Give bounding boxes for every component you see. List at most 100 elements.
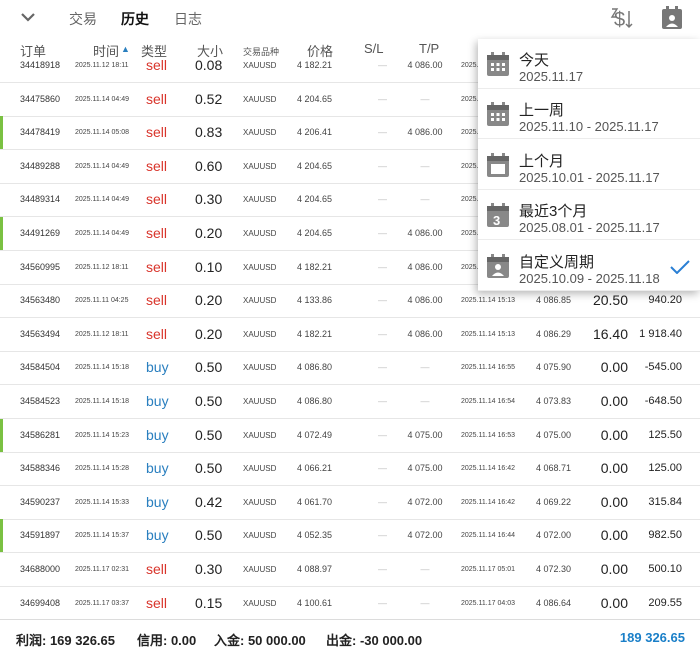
tp-cell: 4 086.00: [407, 127, 443, 138]
volume-cell: 0.83: [195, 124, 223, 141]
symbol-cell: XAUUSD: [243, 598, 277, 608]
volume-cell: 0.60: [195, 157, 223, 174]
price-cell: 4 086.80: [297, 396, 333, 406]
open-time-cell: 2025.11.14 04:49: [75, 196, 129, 204]
tab-journal[interactable]: 日志: [174, 9, 202, 29]
calendar-custom-icon: [487, 253, 509, 278]
period-option[interactable]: 3 最近3个月 2025.08.01 - 2025.11.17: [478, 190, 700, 241]
open-time-cell: 2025.11.14 15:28: [75, 465, 129, 473]
tp-cell: —: [420, 160, 430, 171]
table-row[interactable]: 34591897 2025.11.14 15:37 buy 0.50 XAUUSD 4 0…: [0, 519, 700, 554]
symbol-cell: XAUUSD: [243, 195, 277, 205]
volume-cell: 0.50: [195, 359, 223, 376]
tp-cell: —: [420, 362, 430, 373]
close-price-cell: 4 069.22: [536, 496, 572, 507]
table-row[interactable]: 34584523 2025.11.14 15:18 buy 0.50 XAUUSD 4 0…: [0, 385, 700, 419]
swap-cell: 0.00: [600, 460, 628, 477]
close-time-cell: 2025.11.14 16:53: [461, 431, 515, 439]
sl-cell: —: [378, 60, 387, 70]
period-option[interactable]: 今天 2025.11.17: [478, 39, 700, 89]
close-price-cell: 4 075.90: [536, 362, 572, 373]
close-time-cell: 2025.11.14 16:44: [461, 532, 515, 540]
sl-cell: —: [378, 295, 387, 306]
dollar-sort-icon[interactable]: $: [609, 5, 635, 31]
calendar-icon[interactable]: [661, 6, 683, 30]
period-option[interactable]: 上一周 2025.11.10 - 2025.11.17: [478, 89, 700, 140]
table-row[interactable]: 34699408 2025.11.17 03:37 sell 0.15 XAUUSD 4 …: [0, 587, 700, 621]
tp-cell: —: [420, 194, 430, 205]
swap-cell: 0.00: [600, 527, 628, 544]
volume-cell: 0.08: [195, 57, 223, 73]
type-cell: sell: [146, 292, 168, 309]
volume-cell: 0.50: [195, 460, 223, 477]
period-option[interactable]: 自定义周期 2025.10.09 - 2025.11.18: [478, 241, 700, 291]
close-price-cell: 4 068.71: [536, 463, 572, 474]
symbol-cell: XAUUSD: [243, 363, 277, 373]
row-marker: [0, 217, 3, 250]
price-cell: 4 066.21: [297, 463, 333, 474]
period-title: 今天: [519, 52, 550, 69]
open-time-cell: 2025.11.14 15:18: [75, 364, 129, 372]
profit-cell: -545.00: [644, 361, 682, 374]
chevron-down-icon[interactable]: [17, 7, 39, 27]
balance-total: 189 326.65: [619, 630, 685, 645]
volume-cell: 0.42: [195, 493, 223, 510]
close-price-cell: 4 086.29: [536, 328, 572, 339]
open-time-cell: 2025.11.12 18:11: [75, 330, 129, 338]
price-cell: 4 061.70: [297, 496, 333, 507]
tab-trade[interactable]: 交易: [69, 9, 97, 29]
row-marker: [0, 519, 3, 553]
tp-cell: —: [420, 597, 430, 608]
symbol-cell: XAUUSD: [243, 531, 277, 541]
open-time-cell: 2025.11.12 18:11: [75, 263, 129, 271]
close-time-cell: 2025.11.14 16:42: [461, 465, 515, 473]
close-time-cell: 2025.11.17 05:01: [461, 566, 515, 573]
table-row[interactable]: 34590237 2025.11.14 15:33 buy 0.42 XAUUSD 4 0…: [0, 486, 700, 520]
volume-cell: 0.20: [195, 225, 223, 241]
price-cell: 4 182.21: [297, 60, 333, 70]
table-row[interactable]: 34586281 2025.11.14 15:23 buy 0.50 XAUUSD 4 0…: [0, 418, 700, 453]
volume-cell: 0.10: [195, 258, 223, 275]
profit-cell: 982.50: [648, 529, 682, 542]
type-cell: sell: [146, 594, 168, 611]
table-row[interactable]: 34584504 2025.11.14 15:18 buy 0.50 XAUUSD 4 0…: [0, 351, 700, 386]
symbol-cell: XAUUSD: [243, 430, 277, 440]
sl-cell: —: [378, 127, 387, 138]
profit-summary: 利润: 169 326.65: [16, 633, 116, 648]
row-marker: [0, 418, 3, 452]
period-title: 自定义周期: [519, 253, 595, 271]
profit-cell: 125.50: [648, 428, 682, 441]
order-cell: 34560995: [20, 261, 61, 272]
order-cell: 34478419: [20, 127, 61, 138]
profit-cell: 315.84: [648, 495, 682, 508]
type-cell: buy: [146, 393, 169, 409]
symbol-cell: XAUUSD: [243, 262, 277, 272]
open-time-cell: 2025.11.14 15:37: [75, 532, 129, 540]
tp-cell: 4 086.00: [407, 295, 443, 306]
type-cell: buy: [146, 527, 169, 544]
open-time-cell: 2025.11.17 02:31: [75, 566, 129, 573]
type-cell: buy: [146, 359, 169, 376]
close-time-cell: 2025.11.14 16:55: [461, 364, 515, 372]
close-time-cell: 2025.11.17 04:03: [461, 599, 515, 607]
type-cell: sell: [146, 258, 168, 275]
tp-cell: —: [420, 93, 430, 104]
close-price-cell: 4 086.64: [536, 597, 572, 608]
volume-cell: 0.50: [195, 393, 223, 409]
table-row[interactable]: 34563494 2025.11.12 18:11 sell 0.20 XAUUSD 4 …: [0, 318, 700, 352]
table-row[interactable]: 34688000 2025.11.17 02:31 sell 0.30 XAUUSD 4 …: [0, 553, 700, 587]
top-bar: 交易 历史 日志 $: [0, 0, 700, 36]
open-time-cell: 2025.11.17 03:37: [75, 599, 129, 607]
period-option[interactable]: 上个月 2025.10.01 - 2025.11.17: [478, 140, 700, 190]
open-time-cell: 2025.11.14 15:33: [75, 498, 129, 506]
sl-cell: —: [378, 261, 387, 272]
order-cell: 34590237: [20, 496, 61, 507]
volume-cell: 0.52: [195, 90, 223, 107]
tab-history[interactable]: 历史: [121, 9, 149, 29]
open-time-cell: 2025.11.14 05:08: [75, 129, 129, 137]
summary-footer: 利润: 169 326.65 信用: 0.00 入金: 50 000.00 出金…: [0, 619, 700, 651]
symbol-cell: XAUUSD: [243, 161, 277, 171]
table-row[interactable]: 34588346 2025.11.14 15:28 buy 0.50 XAUUSD 4 0…: [0, 452, 700, 487]
order-cell: 34584523: [20, 396, 61, 406]
close-price-cell: 4 073.83: [536, 396, 572, 406]
